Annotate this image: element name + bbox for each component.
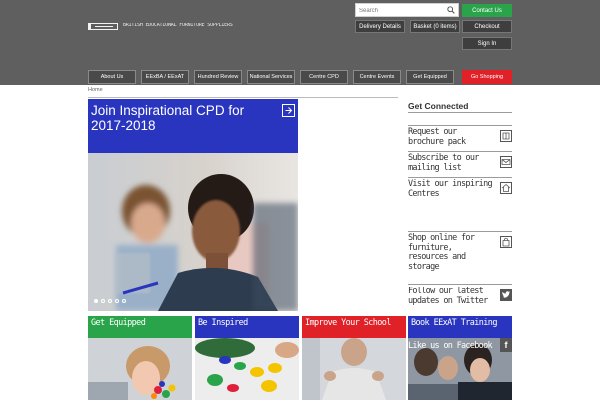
tile-label: Be Inspired <box>195 316 299 338</box>
delivery-details-button[interactable]: Delivery Details <box>355 20 405 33</box>
sidebar-item-twitter[interactable]: Follow our latest updates on Twitter <box>408 287 512 316</box>
carousel-dot[interactable] <box>122 299 126 303</box>
sidebar-item-label: Follow our latest updates on Twitter <box>408 287 488 306</box>
arrow-right-icon[interactable] <box>282 104 295 117</box>
tile-label: Improve Your School <box>302 316 406 338</box>
hero-carousel[interactable]: Join Inspirational CPD for 2017-2018 <box>88 99 298 311</box>
facebook-like-text[interactable]: Like us on Facebook <box>408 341 500 352</box>
carousel-dots <box>94 299 154 307</box>
twitter-icon <box>500 289 512 301</box>
breadcrumb-home-link[interactable]: Home <box>88 87 103 93</box>
nav-item-get-equipped[interactable]: Get Equipped <box>406 70 454 84</box>
divider <box>408 284 512 285</box>
nav-item-hundred-review[interactable]: Hundred Review <box>194 70 242 84</box>
carousel-dot[interactable] <box>108 299 112 303</box>
divider <box>408 125 512 126</box>
divider <box>408 177 512 178</box>
divider <box>408 151 512 152</box>
facebook-icon[interactable]: f <box>500 338 512 352</box>
checkout-button[interactable]: Checkout <box>462 20 512 33</box>
nav-item-centre-cpd[interactable]: Centre CPD <box>300 70 348 84</box>
nav-item-about-us[interactable]: About Us <box>88 70 136 84</box>
nav-item-go-shopping[interactable]: Go Shopping <box>462 70 512 84</box>
contact-us-button[interactable]: Contact Us <box>462 4 512 17</box>
home-icon <box>500 182 512 194</box>
hero-title-bar: Join Inspirational CPD for 2017-2018 <box>88 99 298 153</box>
search-box <box>355 3 459 17</box>
shopping-bag-icon <box>500 236 512 248</box>
tile-label: Book EExAT Training <box>408 316 512 338</box>
tile-label: Get Equipped <box>88 316 192 338</box>
divider <box>88 97 398 98</box>
sidebar-item-centres[interactable]: Visit our inspiring Centres <box>408 179 512 199</box>
envelope-icon <box>500 156 512 168</box>
tile-book-eexat-training[interactable]: Book EExAT Training <box>408 316 512 400</box>
tile-get-equipped[interactable]: Get Equipped <box>88 316 192 400</box>
site-header: BRITISH EDUCATIONAL FURNITURE SUPPLIERS … <box>0 0 600 85</box>
tile-improve-your-school[interactable]: Improve Your School <box>302 316 406 400</box>
book-icon <box>500 130 512 142</box>
logo-mark <box>88 23 118 30</box>
sign-in-button[interactable]: Sign In <box>462 37 512 50</box>
tile-photo <box>88 338 192 400</box>
nav-item-centre-events[interactable]: Centre Events <box>353 70 401 84</box>
sidebar-item-brochure[interactable]: Request our brochure pack <box>408 127 512 147</box>
hero-title[interactable]: Join Inspirational CPD for 2017-2018 <box>91 103 276 133</box>
breadcrumb: Home <box>88 87 103 93</box>
basket-button[interactable]: Basket (0 items) <box>410 20 460 33</box>
sidebar-item-label: Request our brochure pack <box>408 127 466 147</box>
tile-photo <box>302 338 406 400</box>
carousel-dot[interactable] <box>94 299 98 303</box>
site-logo[interactable]: BRITISH EDUCATIONAL FURNITURE SUPPLIERS <box>88 23 248 32</box>
nav-item-eexba-eexat[interactable]: EExBA / EExAT <box>141 70 189 84</box>
tile-photo <box>195 338 299 400</box>
carousel-dot[interactable] <box>115 299 119 303</box>
sidebar-item-shop-online[interactable]: Shop online for furniture, resources and… <box>408 233 512 272</box>
hero-photo <box>88 153 298 311</box>
carousel-dot[interactable] <box>101 299 105 303</box>
search-icon[interactable] <box>447 6 455 14</box>
nav-item-national-services[interactable]: National Services <box>247 70 295 84</box>
get-connected-heading: Get Connected <box>408 101 469 111</box>
logo-text: BRITISH EDUCATIONAL FURNITURE SUPPLIERS <box>123 23 233 27</box>
divider <box>408 231 512 232</box>
divider <box>408 112 512 113</box>
sidebar-item-label: Visit our inspiring Centres <box>408 179 493 199</box>
search-input[interactable] <box>359 5 444 16</box>
sidebar-item-label: Subscribe to our mailing list <box>408 153 479 173</box>
tile-be-inspired[interactable]: Be Inspired <box>195 316 299 400</box>
main-nav: About Us EExBA / EExAT Hundred Review Na… <box>88 70 512 84</box>
sidebar-item-label: Shop online for furniture, resources and… <box>408 233 475 272</box>
sidebar-item-mailing-list[interactable]: Subscribe to our mailing list <box>408 153 512 173</box>
